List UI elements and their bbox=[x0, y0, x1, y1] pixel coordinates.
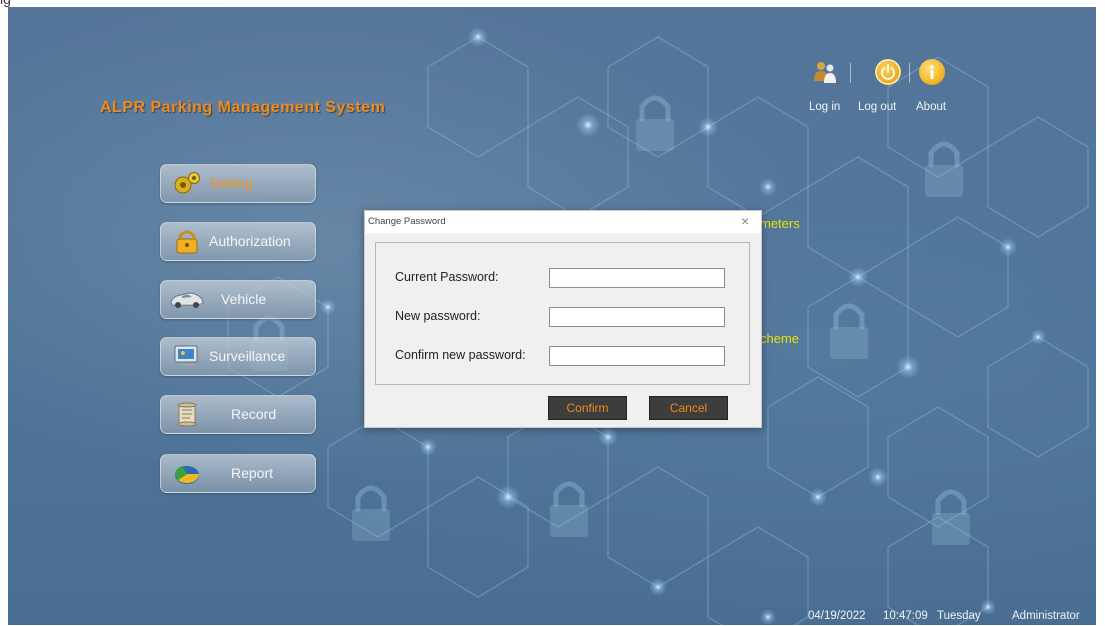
car-icon bbox=[169, 287, 205, 312]
status-weekday: Tuesday bbox=[937, 610, 981, 622]
dialog-titlebar: Change Password × bbox=[365, 211, 761, 233]
scroll-icon bbox=[172, 402, 202, 427]
menu-setting-button[interactable]: Setting bbox=[160, 164, 316, 203]
status-time: 10:47:09 bbox=[883, 610, 928, 622]
menu-record-button[interactable]: Record bbox=[160, 395, 316, 434]
menu-label: Authorization bbox=[209, 233, 291, 249]
login-label[interactable]: Log in bbox=[809, 101, 840, 113]
password-fields-group: Current Password: New password: Confirm … bbox=[375, 242, 750, 385]
menu-label: Surveillance bbox=[209, 348, 286, 364]
monitor-icon bbox=[172, 344, 202, 369]
info-icon[interactable] bbox=[919, 59, 945, 85]
menu-report-button[interactable]: Report bbox=[160, 454, 316, 493]
new-password-input[interactable] bbox=[549, 307, 725, 327]
close-icon[interactable]: × bbox=[741, 213, 749, 229]
status-date: 04/19/2022 bbox=[808, 610, 866, 622]
about-label[interactable]: About bbox=[916, 101, 946, 113]
menu-label: Setting bbox=[209, 175, 253, 191]
app-title: ALPR Parking Management System bbox=[100, 99, 386, 116]
background-menu-parameters: meters bbox=[760, 216, 800, 231]
logout-label[interactable]: Log out bbox=[858, 101, 896, 113]
background-menu-scheme: cheme bbox=[760, 331, 800, 346]
confirm-button[interactable]: Confirm bbox=[548, 396, 627, 420]
menu-label: Report bbox=[231, 465, 274, 481]
app-window: ALPR Parking Management System Log in Lo… bbox=[8, 7, 1096, 625]
menu-label: Vehicle bbox=[221, 291, 267, 307]
page-caption: ig bbox=[0, 0, 11, 7]
cancel-button[interactable]: Cancel bbox=[649, 396, 728, 420]
users-icon[interactable] bbox=[812, 59, 838, 85]
current-password-input[interactable] bbox=[549, 268, 725, 288]
dialog-title: Change Password bbox=[368, 216, 446, 227]
current-password-label: Current Password: bbox=[395, 270, 499, 284]
menu-authorization-button[interactable]: Authorization bbox=[160, 222, 316, 261]
menu-vehicle-button[interactable]: Vehicle bbox=[160, 280, 316, 319]
padlock-icon bbox=[172, 229, 202, 254]
new-password-label: New password: bbox=[395, 309, 481, 323]
confirm-password-label: Confirm new password: bbox=[395, 348, 526, 362]
status-user: Administrator bbox=[1012, 610, 1080, 622]
gears-icon bbox=[172, 171, 202, 196]
separator bbox=[850, 63, 851, 83]
power-icon[interactable] bbox=[875, 59, 901, 85]
menu-label: Record bbox=[231, 406, 277, 422]
pie-chart-icon bbox=[172, 461, 202, 486]
top-actions: Log in Log out About bbox=[805, 59, 955, 119]
change-password-dialog: Change Password × Current Password: New … bbox=[364, 210, 762, 428]
page-caption-strip: ig bbox=[0, 0, 1105, 7]
separator bbox=[909, 63, 910, 83]
menu-surveillance-button[interactable]: Surveillance bbox=[160, 337, 316, 376]
confirm-password-input[interactable] bbox=[549, 346, 725, 366]
